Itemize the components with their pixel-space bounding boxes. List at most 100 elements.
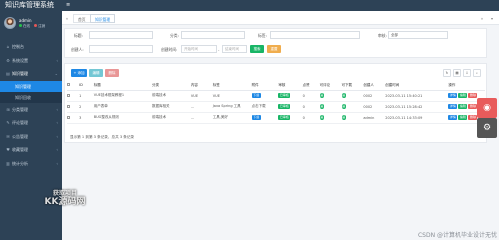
chevron-left-icon: ‹ xyxy=(56,120,58,125)
detail-button[interactable]: 详情 xyxy=(448,115,458,120)
cell-likes: 0 xyxy=(302,112,320,124)
csdn-watermark: CSDN @计算机毕业设计无忧 xyxy=(417,232,497,239)
cell-attachment[interactable]: 点击下载 xyxy=(251,101,279,113)
reset-button[interactable]: 重置 xyxy=(267,45,281,53)
favorite-icon: ♥ xyxy=(6,147,10,152)
col-header[interactable]: 审核 xyxy=(278,81,303,91)
tag-input[interactable] xyxy=(270,31,360,39)
comment-flag: 是 xyxy=(319,115,325,120)
gear-icon[interactable]: ⚙ xyxy=(477,118,497,138)
title-input[interactable] xyxy=(89,31,153,39)
sidebar-item-knowledge[interactable]: ▤ 知识管理 ⌄ xyxy=(0,67,62,81)
edit-button[interactable]: 编辑 xyxy=(89,69,103,77)
cell-content: VUE xyxy=(190,90,213,102)
row-select-cell[interactable] xyxy=(67,90,80,102)
sidebar-item-comment[interactable]: ✎ 评论管理 ‹ xyxy=(0,116,62,130)
cell-created: 2023-03-11 15:40:21 xyxy=(385,90,449,102)
detail-button[interactable]: 详情 xyxy=(448,93,458,98)
online-dot-icon xyxy=(19,24,22,27)
menu-toggle-icon[interactable]: ≡ xyxy=(66,3,70,8)
row-checkbox[interactable] xyxy=(67,104,70,108)
download-link[interactable]: 下载 xyxy=(251,115,261,120)
sidebar-item-classify[interactable]: ⊞ 分类管理 ‹ xyxy=(0,103,62,117)
audit-badge: 已审核 xyxy=(278,104,291,109)
cell-id: 3 xyxy=(79,112,94,124)
col-header[interactable]: ID xyxy=(79,81,94,91)
user-name: admin xyxy=(19,18,32,23)
watermark-line2: KK源码网 xyxy=(44,197,86,207)
col-header[interactable]: 标题 xyxy=(93,81,153,91)
comment-icon: ✎ xyxy=(6,120,10,125)
row-edit-button[interactable]: 编辑 xyxy=(458,93,468,98)
col-header[interactable]: 创建时间 xyxy=(385,81,449,91)
creator-label: 创建人: xyxy=(71,47,84,52)
row-checkbox[interactable] xyxy=(67,115,70,119)
col-header[interactable]: 标签 xyxy=(212,81,252,91)
sidebar-item-label: 控制台 xyxy=(12,44,24,49)
end-time-input[interactable]: 结束时间 xyxy=(222,45,247,53)
tab-knowledge[interactable]: 知识管理 xyxy=(90,14,116,23)
sidebar-subitem-knowledge-manage[interactable]: 知识管理 xyxy=(0,80,62,92)
search-button[interactable]: 搜索 xyxy=(250,45,264,53)
row-checkbox[interactable] xyxy=(67,93,70,97)
refresh-icon[interactable]: ↻ xyxy=(443,69,451,77)
cell-id: 2 xyxy=(79,101,94,113)
logout-dot-icon xyxy=(34,24,38,27)
select-all-header[interactable] xyxy=(67,81,80,91)
category-label: 分类: xyxy=(170,33,179,38)
dashboard-icon: ⌂ xyxy=(6,44,10,49)
row-select-cell[interactable] xyxy=(67,112,80,124)
table-row[interactable]: 2 用户表单 数据库相关 ... Java Spring 工具 点击下载 已审核… xyxy=(67,101,485,113)
col-header[interactable]: 创建人 xyxy=(363,81,386,91)
audit-select[interactable]: 全部 xyxy=(388,31,448,39)
col-header[interactable]: 可评论 xyxy=(319,81,342,91)
download-link[interactable]: 下载 xyxy=(251,93,261,98)
table-row[interactable]: 3 BUG整改从规则 前端技术 ... 工具,美好 下载 已审核 0 是 是 a… xyxy=(67,112,485,124)
tab-next-icon[interactable]: » xyxy=(479,14,485,23)
cell-attachment: 下载 xyxy=(251,90,279,102)
row-delete-button[interactable]: 删除 xyxy=(468,93,478,98)
tab-menu-icon[interactable]: ▾ xyxy=(489,14,495,23)
export-icon[interactable]: ⇩ xyxy=(463,69,471,77)
start-time-input[interactable]: 开始时间 xyxy=(181,45,217,53)
camera-icon[interactable]: ◉ xyxy=(477,98,497,118)
col-header[interactable]: 内容 xyxy=(190,81,213,91)
category-select[interactable] xyxy=(181,31,245,39)
tab-home[interactable]: 首页 xyxy=(73,14,91,23)
classify-icon: ⊞ xyxy=(6,106,10,112)
sidebar-item-label: 知识管理 xyxy=(12,71,28,76)
col-header[interactable]: 可下载 xyxy=(341,81,364,91)
delete-button[interactable]: 删除 xyxy=(105,69,119,77)
cell-likes: 0 xyxy=(302,101,320,113)
sidebar-item-dashboard[interactable]: ⌂ 控制台 xyxy=(0,40,62,54)
sidebar-item-favorite[interactable]: ♥ 收藏管理 ‹ xyxy=(0,143,62,157)
stats-icon: ▥ xyxy=(6,160,10,166)
pagination-summary: 显示第 1 到第 3 条记录，总共 3 条记录 xyxy=(70,135,135,139)
sidebar-item-settings[interactable]: ⚙ 系统设置 ‹ xyxy=(0,54,62,68)
col-header[interactable]: 操作 xyxy=(448,81,485,91)
settings-icon: ⚙ xyxy=(6,57,10,63)
creator-input[interactable] xyxy=(89,45,153,53)
tab-prev-icon[interactable]: « xyxy=(64,14,70,23)
tag-label: 标签: xyxy=(258,33,267,38)
cell-tag: Java Spring 工具 xyxy=(212,101,252,113)
avatar[interactable] xyxy=(4,17,16,29)
sidebar-subitem-knowledge-recycle[interactable]: 知识回收 xyxy=(0,91,62,103)
sidebar-item-stats[interactable]: ▥ 统计分析 ‹ xyxy=(0,157,62,171)
table-row[interactable]: 1 VUE技术框架教程1 前端技术 VUE VUE 下载 已审核 0 是 是 0… xyxy=(67,90,485,102)
search-toggle-icon[interactable]: ⌕ xyxy=(473,69,481,77)
chevron-left-icon: ‹ xyxy=(56,133,58,139)
col-header[interactable]: 分类 xyxy=(152,81,191,91)
detail-button[interactable]: 详情 xyxy=(448,104,458,109)
add-button[interactable]: + 添加 xyxy=(71,69,87,77)
logout-link[interactable]: 注销 xyxy=(38,24,45,28)
row-edit-button[interactable]: 编辑 xyxy=(458,115,468,120)
columns-icon[interactable]: ▦ xyxy=(453,69,461,77)
select-all-checkbox[interactable] xyxy=(67,83,70,87)
sidebar-item-notice[interactable]: ✉ 公告管理 ‹ xyxy=(0,130,62,144)
sidebar-menu: ⌂ 控制台 ⚙ 系统设置 ‹ ▤ 知识管理 ⌄ 知识管理 知识回收 ⊞ 分类管理 ‹ ✎ 评论管… xyxy=(0,40,62,170)
row-edit-button[interactable]: 编辑 xyxy=(458,104,468,109)
col-header[interactable]: 附件 xyxy=(251,81,279,91)
row-select-cell[interactable] xyxy=(67,101,80,113)
col-header[interactable]: 点赞 xyxy=(302,81,320,91)
